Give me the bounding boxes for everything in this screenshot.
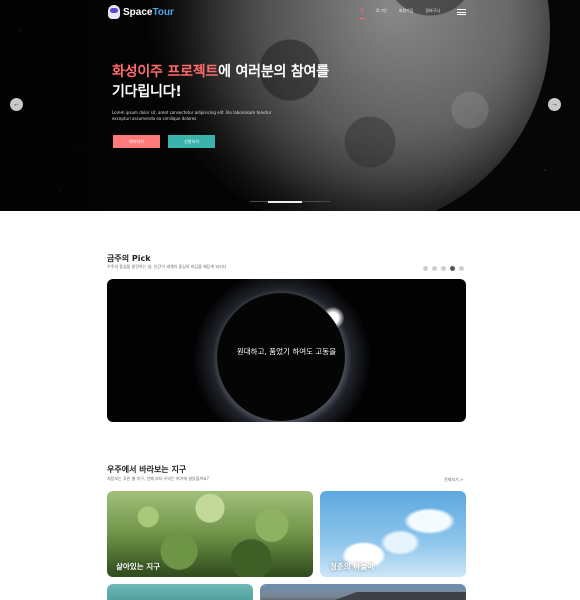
pick-section-subtitle: 우주의 중심을 발견하는 날, 인간이 세계의 중심의 미답을 깨닫게 되리다 (107, 264, 227, 269)
pagination-dot[interactable] (459, 266, 464, 271)
prev-slide-arrow-icon[interactable]: ← (10, 98, 23, 111)
logo-text-tour: Tour (152, 6, 174, 18)
main-nav: 홈 로그인 회원가입 장바구니 (359, 8, 452, 19)
earth-section-subtitle: 처음보는 푸른 별 지구, 언제 부터 우리는 여기에 살았을까요? (107, 476, 209, 481)
earth-card-sea[interactable] (107, 584, 253, 600)
top-navigation: SpaceTour 홈 로그인 회원가입 장바구니 (0, 0, 580, 26)
earth-card-mountain[interactable] (260, 584, 466, 600)
nav-item-home[interactable]: 홈 (359, 8, 365, 19)
pick-section-title: 금주의 Pick (107, 254, 151, 263)
earth-card-label: 살아있는 지구 (116, 562, 161, 571)
hero-banner: SpaceTour 홈 로그인 회원가입 장바구니 화성이주 프로젝트에 여러분… (0, 0, 580, 211)
next-slide-arrow-icon[interactable]: → (548, 98, 561, 111)
slide-progress-fill (268, 200, 302, 203)
slide-progress-bar (250, 200, 330, 203)
pagination-dot[interactable] (432, 266, 437, 271)
logo-text-space: Space (123, 6, 153, 18)
logo-text: SpaceTour (123, 7, 174, 18)
pagination-dot[interactable] (441, 266, 446, 271)
pagination-dot[interactable] (423, 266, 428, 271)
reserve-button[interactable]: 예약하기 (113, 135, 160, 148)
earth-card-sky[interactable]: 청춘의 하늘이 (320, 491, 466, 577)
nav-item-login[interactable]: 로그인 (376, 8, 387, 14)
pick-card[interactable]: 원대하고, 품었기 하여도 고동을 (107, 279, 466, 422)
pick-pagination (423, 266, 464, 271)
eclipse-image (217, 293, 345, 421)
site-logo[interactable]: SpaceTour (108, 5, 174, 19)
hero-overlay (0, 0, 580, 211)
view-all-link[interactable]: 전체보기 > (444, 477, 463, 483)
earth-section-title: 우주에서 바라보는 지구 (107, 465, 187, 474)
apply-button[interactable]: 신청하기 (168, 135, 215, 148)
hero-description: Lorem ipsum dolor sit, amet consectetur … (112, 110, 272, 121)
earth-card-forest[interactable]: 살아있는 지구 (107, 491, 313, 577)
nav-item-cart[interactable]: 장바구니 (425, 8, 440, 14)
astronaut-logo-icon (108, 5, 120, 19)
hamburger-menu-icon[interactable] (457, 9, 466, 15)
pick-card-caption: 원대하고, 품었기 하여도 고동을 (236, 347, 337, 356)
hero-title-accent: 화성이주 프로젝트 (112, 64, 219, 80)
hero-title: 화성이주 프로젝트에 여러분의 참여를 기다립니다! (112, 62, 329, 102)
nav-item-signup[interactable]: 회원가입 (399, 8, 414, 14)
hero-title-line2: 기다립니다! (112, 84, 182, 100)
earth-card-label: 청춘의 하늘이 (330, 562, 375, 571)
hero-title-rest: 에 여러분의 참여를 (218, 64, 329, 80)
pagination-dot-active[interactable] (450, 266, 455, 271)
